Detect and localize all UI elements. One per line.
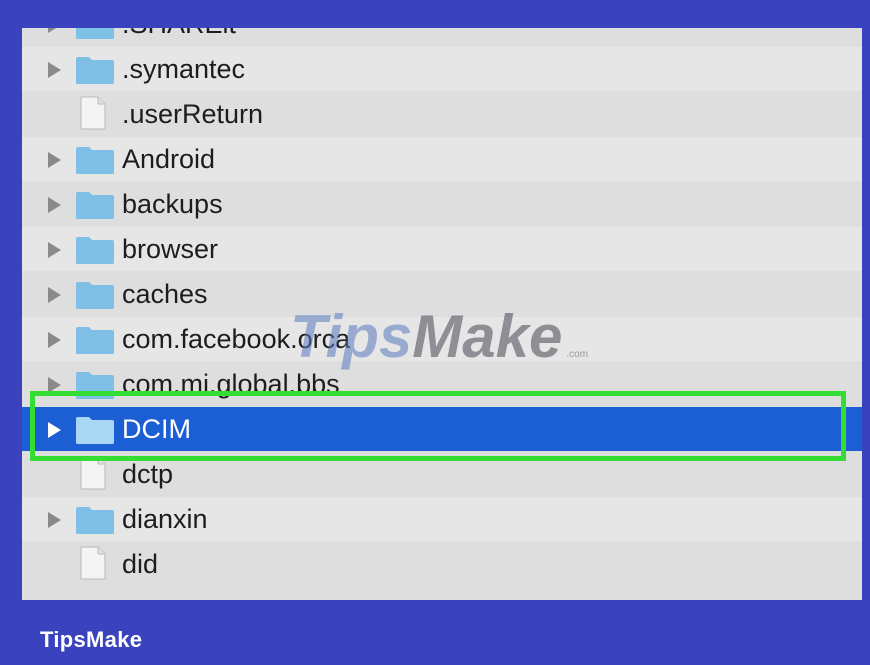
disclosure-triangle-icon[interactable]: [48, 287, 61, 303]
folder-icon: [76, 327, 114, 354]
document-icon: [80, 546, 106, 580]
file-name-label: caches: [122, 279, 208, 309]
file-row[interactable]: browser: [22, 227, 862, 271]
file-name-label: .SHAREit: [122, 28, 236, 46]
folder-icon: [76, 192, 114, 219]
disclosure-triangle-icon[interactable]: [48, 242, 61, 258]
file-row[interactable]: backups: [22, 182, 862, 226]
file-row[interactable]: com.facebook.orca: [22, 317, 862, 361]
brand-label: TipsMake: [40, 627, 143, 652]
file-row[interactable]: .userReturn: [22, 92, 862, 136]
file-name-label: backups: [122, 189, 223, 219]
file-name-label: dianxin: [122, 504, 208, 534]
footer-bar: TipsMake: [0, 600, 870, 665]
disclosure-triangle-icon[interactable]: [48, 152, 61, 168]
folder-icon: [76, 507, 114, 534]
file-name-label: .symantec: [122, 54, 246, 84]
disclosure-triangle-icon[interactable]: [48, 512, 61, 528]
file-row[interactable]: Android: [22, 137, 862, 181]
folder-icon: [76, 237, 114, 264]
disclosure-triangle-icon[interactable]: [48, 62, 61, 78]
disclosure-triangle-icon[interactable]: [48, 28, 61, 33]
file-list-panel: .SHAREit .symantec .userReturn Android backu…: [22, 28, 862, 600]
file-name-label: .userReturn: [122, 99, 264, 129]
highlight-outline: [30, 391, 846, 461]
file-row[interactable]: dianxin: [22, 497, 862, 541]
folder-icon: [76, 57, 114, 84]
file-name-label: browser: [122, 234, 219, 264]
folder-icon: [76, 282, 114, 309]
file-row[interactable]: did: [22, 542, 862, 586]
document-icon: [80, 96, 106, 130]
folder-icon: [76, 28, 114, 39]
document-icon: [80, 456, 106, 490]
file-name-label: did: [122, 549, 159, 579]
file-row[interactable]: .symantec: [22, 47, 862, 91]
disclosure-triangle-icon[interactable]: [48, 332, 61, 348]
disclosure-triangle-icon[interactable]: [48, 197, 61, 213]
file-row[interactable]: caches: [22, 272, 862, 316]
file-name-label: Android: [122, 144, 216, 174]
file-row[interactable]: .SHAREit: [22, 28, 862, 46]
folder-icon: [76, 147, 114, 174]
file-name-label: com.facebook.orca: [122, 324, 351, 354]
